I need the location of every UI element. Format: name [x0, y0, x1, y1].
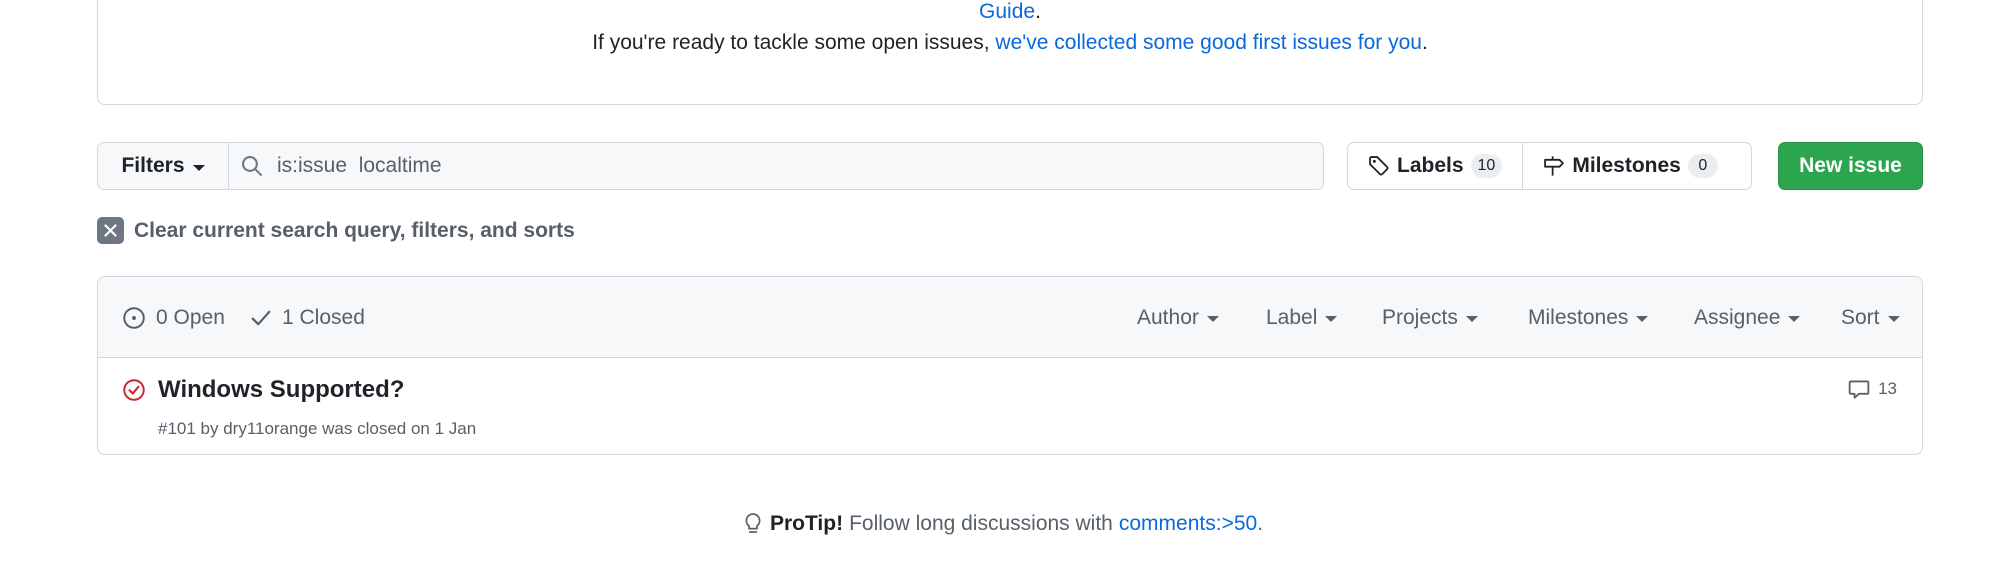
notice-text: If you're ready to tackle some open issu… — [592, 31, 996, 54]
issues-toolbar: Filters Labels 10 Mileston — [97, 142, 1923, 190]
filters-label: Filters — [121, 154, 185, 177]
protip: ProTip! Follow long discussions with com… — [0, 512, 2005, 536]
labels-button[interactable]: Labels 10 — [1348, 143, 1522, 189]
protip-text: Follow long discussions with — [849, 512, 1113, 535]
issue-meta: #101 by dry11orange was closed on 1 Jan — [158, 419, 477, 438]
search-filter-group: Filters — [97, 142, 1324, 190]
notice-line-2: If you're ready to tackle some open issu… — [592, 31, 1428, 54]
issue-open-icon — [123, 306, 145, 329]
new-issue-button[interactable]: New issue — [1778, 142, 1923, 190]
contributing-guide-link[interactable]: Guide — [979, 0, 1035, 23]
caret-down-icon — [1788, 316, 1801, 322]
sort-filter[interactable]: Sort — [1841, 277, 1900, 358]
issues-list: 0 Open 1 Closed Author Label Projects Mi… — [97, 276, 1923, 455]
search-input[interactable] — [277, 154, 1177, 178]
tag-icon — [1369, 156, 1389, 176]
projects-filter[interactable]: Projects — [1382, 277, 1478, 358]
protip-query-link[interactable]: comments:>50 — [1119, 512, 1257, 535]
labels-milestones-group: Labels 10 Milestones 0 — [1347, 142, 1752, 190]
search-icon — [242, 156, 262, 176]
milestones-count: 0 — [1687, 154, 1718, 178]
close-icon — [97, 217, 124, 244]
filters-button[interactable]: Filters — [98, 143, 229, 189]
open-count-label: 0 Open — [156, 305, 225, 329]
closed-count-label: 1 Closed — [282, 305, 365, 329]
milestones-button[interactable]: Milestones 0 — [1522, 143, 1738, 189]
issue-closed-icon — [123, 379, 145, 401]
closed-issues-tab[interactable]: 1 Closed — [250, 277, 365, 358]
caret-down-icon — [192, 164, 205, 171]
contributing-notice: Guide. If you're ready to tackle some op… — [97, 0, 1923, 105]
author-filter[interactable]: Author — [1137, 277, 1219, 358]
milestones-filter[interactable]: Milestones — [1528, 277, 1649, 358]
label-filter[interactable]: Label — [1266, 277, 1338, 358]
issues-list-header: 0 Open 1 Closed Author Label Projects Mi… — [98, 277, 1922, 358]
caret-down-icon — [1465, 316, 1478, 322]
caret-down-icon — [1636, 316, 1649, 322]
good-first-issues-link[interactable]: we've collected some good first issues f… — [995, 31, 1422, 54]
comments-count: 13 — [1878, 379, 1897, 398]
labels-count: 10 — [1470, 154, 1503, 178]
lightbulb-icon — [745, 513, 761, 533]
issue-title-link[interactable]: Windows Supported? — [158, 376, 404, 404]
protip-label: ProTip! — [769, 512, 844, 535]
comment-icon — [1848, 380, 1870, 399]
caret-down-icon — [1325, 316, 1338, 322]
caret-down-icon — [1887, 316, 1900, 322]
clear-filters-link[interactable]: Clear current search query, filters, and… — [97, 217, 575, 244]
issue-comments-link[interactable]: 13 — [1848, 378, 1897, 400]
milestone-icon — [1544, 156, 1565, 176]
check-icon — [251, 310, 271, 325]
notice-line-1: Guide. — [979, 0, 1041, 23]
caret-down-icon — [1206, 316, 1219, 322]
search-field-wrapper — [229, 143, 1323, 189]
open-issues-tab[interactable]: 0 Open — [122, 277, 225, 358]
milestones-label: Milestones — [1572, 154, 1681, 177]
labels-label: Labels — [1397, 154, 1464, 177]
assignee-filter[interactable]: Assignee — [1694, 277, 1801, 358]
clear-filters-label: Clear current search query, filters, and… — [134, 218, 575, 242]
issue-row: Windows Supported? #101 by dry11orange w… — [98, 358, 1922, 454]
